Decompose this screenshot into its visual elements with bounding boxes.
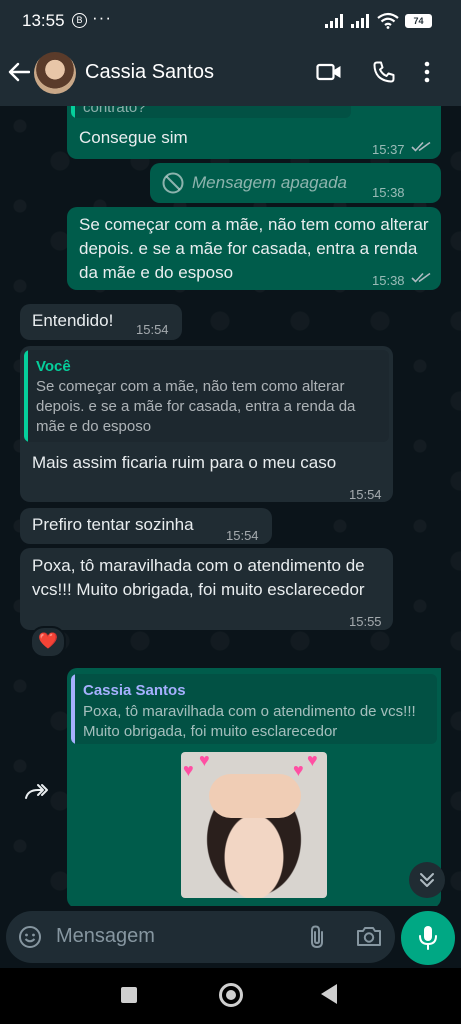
- input-bar: Mensagem: [0, 906, 461, 968]
- back-arrow-icon[interactable]: [8, 62, 30, 82]
- message-bubble-incoming[interactable]: Você Se começar com a mãe, não tem como …: [20, 346, 393, 502]
- status-time: 13:55: [22, 11, 65, 30]
- system-nav-bar: [0, 968, 461, 1024]
- deleted-text: Mensagem apagada: [192, 173, 348, 192]
- quote-author: Cassia Santos: [83, 682, 186, 699]
- message-bubble-incoming[interactable]: Prefiro tentar sozinha 15:54: [20, 508, 272, 544]
- heart-icon: ♥: [199, 752, 210, 770]
- message-text: Poxa, tô maravilhada com o atendimento d…: [32, 556, 365, 599]
- emoji-icon[interactable]: [18, 925, 42, 949]
- attach-icon[interactable]: [306, 924, 328, 950]
- wifi-icon: [377, 12, 399, 29]
- system-back-icon[interactable]: [321, 984, 337, 1004]
- heart-icon: ♥: [183, 760, 194, 780]
- menu-icon[interactable]: [424, 60, 430, 84]
- quote-text: Se começar com a mãe, não tem como alter…: [36, 378, 356, 435]
- message-bubble-outgoing[interactable]: Se começar com a mãe, não tem como alter…: [67, 207, 441, 290]
- signal-icon-2: [351, 14, 369, 28]
- avatar[interactable]: [34, 52, 76, 94]
- quote-author: Você: [36, 358, 71, 375]
- message-text: Entendido!: [32, 311, 114, 330]
- message-bubble-outgoing[interactable]: contrato? Consegue sim 15:37: [67, 106, 441, 159]
- quote-bar: [71, 674, 75, 744]
- status-bar: 13:55 B ··· 74: [0, 0, 461, 42]
- video-call-icon[interactable]: [316, 62, 342, 82]
- chat-header: Cassia Santos: [0, 42, 461, 106]
- home-icon[interactable]: [219, 983, 243, 1007]
- deleted-message-bubble[interactable]: Mensagem apagada 15:38: [150, 163, 441, 203]
- double-check-icon: [411, 141, 431, 152]
- quoted-message[interactable]: contrato?: [71, 106, 351, 118]
- message-bubble-incoming[interactable]: Poxa, tô maravilhada com o atendimento d…: [20, 548, 393, 630]
- mic-icon: [419, 926, 437, 950]
- notification-icon: B: [72, 13, 87, 28]
- message-time: 15:54: [136, 322, 169, 337]
- message-time: 15:54: [349, 487, 382, 502]
- message-time: 15:54: [226, 528, 259, 543]
- heart-hands-baby-sticker[interactable]: ♥ ♥ ♥ ♥: [181, 752, 327, 898]
- heart-reaction[interactable]: ❤️: [30, 626, 66, 658]
- double-chevron-down-icon: [420, 873, 434, 887]
- message-time: 15:38: [372, 273, 405, 288]
- more-notifications-icon: ···: [92, 8, 112, 27]
- forward-icon[interactable]: [24, 782, 50, 800]
- recent-apps-icon[interactable]: [121, 987, 137, 1003]
- scroll-down-button[interactable]: [409, 862, 445, 898]
- message-time: 15:55: [349, 614, 382, 629]
- quote-text: contrato?: [83, 106, 146, 116]
- quote-bar: [24, 350, 28, 442]
- message-text: Consegue sim: [79, 128, 188, 147]
- message-time: 15:37: [372, 142, 405, 157]
- quote-text: Poxa, tô maravilhada com o atendimento d…: [83, 703, 416, 740]
- quote-bar: [71, 106, 75, 118]
- sticker-hands: [209, 774, 301, 818]
- message-text: Prefiro tentar sozinha: [32, 515, 194, 534]
- signal-icon: [325, 14, 343, 28]
- message-placeholder: Mensagem: [56, 925, 155, 947]
- message-text: Mais assim ficaria ruim para o meu caso: [32, 453, 337, 472]
- battery-icon: 74: [405, 14, 432, 28]
- double-check-icon: [411, 272, 431, 283]
- deleted-icon: [162, 172, 184, 194]
- contact-name[interactable]: Cassia Santos: [85, 61, 214, 84]
- heart-icon: ♥: [307, 752, 318, 770]
- message-input[interactable]: Mensagem: [6, 911, 395, 963]
- mic-button[interactable]: [401, 911, 455, 965]
- quoted-message[interactable]: Cassia Santos Poxa, tô maravilhada com o…: [71, 674, 437, 744]
- heart-icon: ♥: [293, 760, 304, 780]
- phone-icon[interactable]: [372, 60, 396, 84]
- message-time: 15:38: [372, 185, 405, 200]
- camera-icon[interactable]: [356, 925, 382, 947]
- chat-area[interactable]: contrato? Consegue sim 15:37 Mensagem ap…: [0, 106, 461, 906]
- quoted-message[interactable]: Você Se começar com a mãe, não tem como …: [24, 350, 389, 442]
- message-bubble-incoming[interactable]: Entendido! 15:54: [20, 304, 182, 340]
